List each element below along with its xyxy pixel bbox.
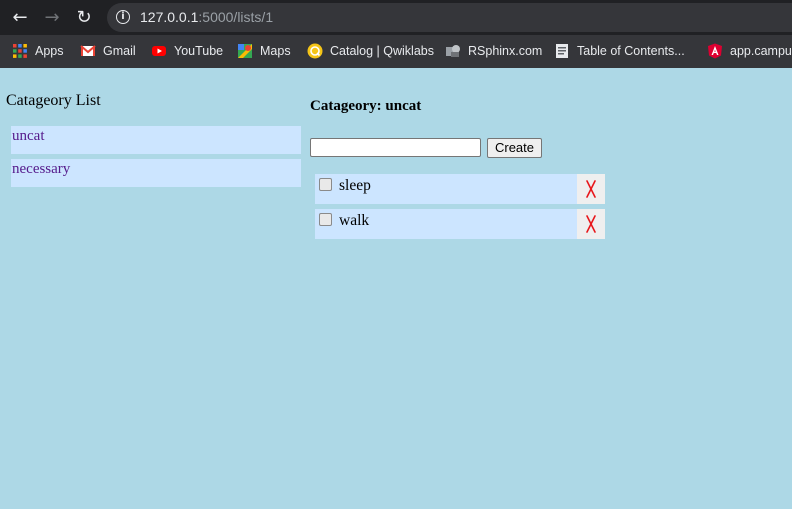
url-text[interactable]: 127.0.0.1:5000/lists/1 <box>140 9 273 26</box>
forward-arrow-icon[interactable]: → <box>41 7 63 29</box>
category-link-uncat[interactable]: uncat <box>11 126 301 154</box>
bookmark-gmail[interactable]: Gmail <box>80 42 136 60</box>
bookmark-label: YouTube <box>174 44 224 58</box>
rsphinx-icon <box>446 45 460 57</box>
maps-icon <box>238 44 252 58</box>
bookmark-app-campus[interactable]: app.campus <box>707 42 792 60</box>
category-link-necessary[interactable]: necessary <box>11 159 301 187</box>
todo-text: walk <box>339 212 370 229</box>
bookmark-label: RSphinx.com <box>468 44 543 58</box>
youtube-icon <box>152 46 166 56</box>
bookmark-apps[interactable]: Apps <box>12 42 64 60</box>
qwiklabs-icon <box>307 43 323 59</box>
category-list-heading: Catageory List <box>6 92 101 109</box>
close-x-icon <box>586 180 596 198</box>
todo-item: sleep <box>315 174 605 204</box>
todo-item: walk <box>315 209 605 239</box>
todo-checkbox[interactable] <box>319 178 332 191</box>
delete-button[interactable] <box>577 209 605 239</box>
bookmark-label: Apps <box>35 44 64 58</box>
document-icon <box>556 44 568 58</box>
gmail-icon <box>80 45 96 56</box>
close-x-icon <box>586 215 596 233</box>
bookmarks-bar: Apps Gmail YouTube Maps Catalog | Qwikla… <box>0 35 792 68</box>
bookmark-label: app.campus <box>730 44 792 58</box>
bookmark-label: Table of Contents... <box>577 44 685 58</box>
back-arrow-icon[interactable]: ← <box>9 7 31 29</box>
bookmark-youtube[interactable]: YouTube <box>151 42 223 60</box>
bookmark-qwiklabs[interactable]: Catalog | Qwiklabs <box>307 42 434 60</box>
category-list: uncat necessary <box>11 126 301 192</box>
bookmark-label: Gmail <box>103 44 136 58</box>
todo-text: sleep <box>339 177 371 194</box>
reload-icon[interactable]: ↻ <box>73 7 95 29</box>
bookmark-table-of-contents[interactable]: Table of Contents... <box>554 42 685 60</box>
delete-button[interactable] <box>577 174 605 204</box>
bookmark-maps[interactable]: Maps <box>237 42 291 60</box>
bookmark-label: Maps <box>260 44 291 58</box>
bookmark-label: Catalog | Qwiklabs <box>330 44 434 58</box>
bookmark-rsphinx[interactable]: RSphinx.com <box>445 42 542 60</box>
page-title: Catageory: uncat <box>310 98 422 114</box>
create-button[interactable]: Create <box>487 138 542 158</box>
angular-icon <box>708 43 722 59</box>
todo-list: sleep walk <box>315 174 605 244</box>
apps-grid-icon <box>13 44 27 58</box>
info-icon[interactable]: i <box>116 10 130 24</box>
browser-toolbar: ← → ↻ i 127.0.0.1:5000/lists/1 <box>0 0 792 35</box>
todo-checkbox[interactable] <box>319 213 332 226</box>
new-todo-input[interactable] <box>310 138 481 157</box>
page-content: Catageory List uncat necessary Catageory… <box>0 68 792 509</box>
address-bar[interactable]: i 127.0.0.1:5000/lists/1 <box>107 3 792 32</box>
